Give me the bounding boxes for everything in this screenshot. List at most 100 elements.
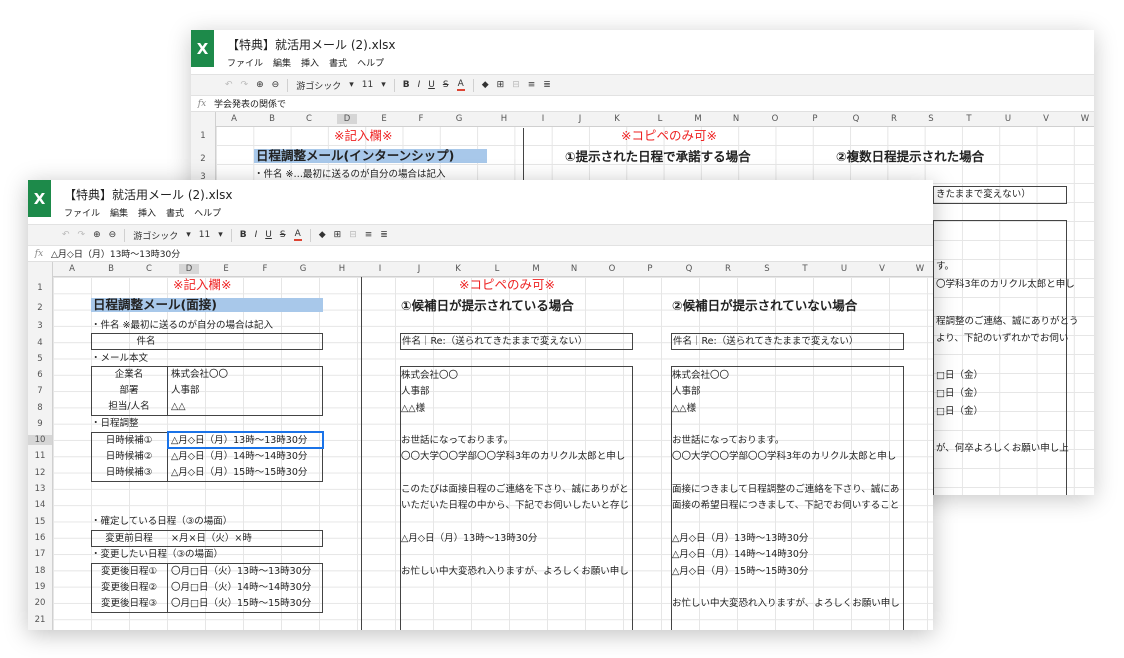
candidate-2-value[interactable]: △月◇日（月）14時〜14時30分 bbox=[171, 450, 307, 464]
menu-format[interactable]: 書式 bbox=[166, 206, 184, 219]
strikethrough-icon[interactable]: S bbox=[443, 80, 449, 90]
header-accept[interactable]: ①提示された日程で承諾する場合 bbox=[565, 150, 751, 164]
row-header[interactable]: 5 bbox=[28, 354, 52, 364]
column-header[interactable]: K bbox=[448, 264, 468, 274]
column-header[interactable]: Q bbox=[846, 114, 866, 124]
wrap-text-icon[interactable]: ≡ bbox=[528, 80, 536, 90]
column-header[interactable]: P bbox=[640, 264, 660, 274]
mail-line[interactable] bbox=[401, 466, 632, 482]
mail-line[interactable]: 人事部 bbox=[401, 384, 632, 400]
mail-line[interactable]: が、何卒よろしくお願い申し上 bbox=[936, 442, 1069, 456]
row-header[interactable]: 10 bbox=[28, 435, 52, 445]
column-header[interactable]: L bbox=[650, 114, 670, 124]
person-value[interactable]: △△ bbox=[171, 400, 186, 414]
align-icon[interactable]: ≣ bbox=[380, 230, 388, 240]
menu-help[interactable]: ヘルプ bbox=[357, 56, 384, 69]
row-header[interactable]: 15 bbox=[28, 517, 52, 527]
mail-line[interactable]: △月◇日（月）13時〜13時30分 bbox=[672, 531, 903, 547]
bold-icon[interactable]: B bbox=[240, 230, 247, 240]
subject-re-1[interactable]: 件名｜Re:（送られてきたままで変えない） bbox=[402, 335, 587, 349]
column-header[interactable]: J bbox=[409, 264, 429, 274]
mail-line[interactable]: 〇〇大学〇〇学部〇〇学科3年のカリクル太郎と申し bbox=[401, 449, 632, 465]
column-header[interactable]: R bbox=[884, 114, 904, 124]
mail-line[interactable]: このたびは面接日程のご連絡を下さり、誠にありがと bbox=[401, 482, 632, 498]
confirmed-label[interactable]: ・確定している日程（③の場面） bbox=[91, 515, 232, 529]
italic-icon[interactable]: I bbox=[255, 230, 258, 240]
column-header[interactable]: L bbox=[487, 264, 507, 274]
mail-line[interactable]: □日（金） bbox=[936, 387, 983, 401]
row-header[interactable]: 14 bbox=[28, 500, 52, 510]
row-header[interactable]: 9 bbox=[28, 419, 52, 429]
mail-line[interactable]: お世話になっております。 bbox=[401, 433, 632, 449]
column-header[interactable]: F bbox=[255, 264, 275, 274]
mail-line[interactable]: 面接の希望日程につきまして、下記でお伺いすること bbox=[672, 498, 903, 514]
row-header[interactable]: 12 bbox=[28, 468, 52, 478]
wrap-text-icon[interactable]: ≡ bbox=[365, 230, 373, 240]
company-value[interactable]: 株式会社〇〇 bbox=[171, 368, 228, 382]
row-header[interactable]: 16 bbox=[28, 533, 52, 543]
mail-line[interactable]: △月◇日（月）14時〜14時30分 bbox=[672, 547, 903, 563]
column-header[interactable]: O bbox=[602, 264, 622, 274]
subject-tail[interactable]: きたままで変えない） bbox=[936, 188, 1031, 202]
column-header[interactable]: M bbox=[526, 264, 546, 274]
zoom-out-icon[interactable]: ⊖ bbox=[272, 80, 280, 90]
menu-insert[interactable]: 挿入 bbox=[138, 206, 156, 219]
fill-color-icon[interactable]: ◆ bbox=[319, 230, 326, 240]
row-header[interactable]: 1 bbox=[191, 131, 215, 141]
after-3-label[interactable]: 変更後日程③ bbox=[94, 597, 164, 611]
mail-line[interactable]: □日（金） bbox=[936, 405, 983, 419]
mail-line[interactable] bbox=[672, 466, 903, 482]
row-header[interactable]: 21 bbox=[28, 615, 52, 625]
undo-icon[interactable]: ↶ bbox=[62, 230, 70, 240]
fill-color-icon[interactable]: ◆ bbox=[482, 80, 489, 90]
dept-label[interactable]: 部署 bbox=[94, 384, 164, 398]
column-header[interactable]: U bbox=[998, 114, 1018, 124]
mail-line[interactable]: △月◇日（月）13時〜13時30分 bbox=[401, 531, 632, 547]
text-color-icon[interactable]: A bbox=[293, 229, 302, 241]
column-header[interactable]: B bbox=[262, 114, 282, 124]
after-2-label[interactable]: 変更後日程② bbox=[94, 581, 164, 595]
column-header[interactable]: H bbox=[494, 114, 514, 124]
formula-input[interactable]: 学会発表の関係で bbox=[213, 97, 286, 110]
mail-line[interactable]: 株式会社〇〇 bbox=[672, 368, 903, 384]
column-header[interactable]: S bbox=[757, 264, 777, 274]
header-candidates[interactable]: ①候補日が提示されている場合 bbox=[401, 299, 574, 313]
mail-line[interactable]: 人事部 bbox=[672, 384, 903, 400]
header-no-candidates[interactable]: ②候補日が提示されていない場合 bbox=[672, 299, 857, 313]
mail-body-2[interactable]: 株式会社〇〇 人事部 △△様 お世話になっております。 〇〇大学〇〇学部〇〇学科3年のカ… bbox=[672, 368, 903, 612]
mail-line[interactable]: □日（金） bbox=[936, 369, 983, 383]
bold-icon[interactable]: B bbox=[403, 80, 410, 90]
mail-line[interactable] bbox=[672, 580, 903, 596]
italic-icon[interactable]: I bbox=[418, 80, 421, 90]
underline-icon[interactable]: U bbox=[428, 80, 435, 90]
company-label[interactable]: 企業名 bbox=[94, 368, 164, 382]
zoom-out-icon[interactable]: ⊖ bbox=[109, 230, 117, 240]
row-header[interactable]: 17 bbox=[28, 549, 52, 559]
mail-line[interactable]: お忙しい中大変恐れ入りますが、よろしくお願い申し bbox=[401, 564, 632, 580]
row-header[interactable]: 11 bbox=[28, 451, 52, 461]
column-header[interactable]: H bbox=[332, 264, 352, 274]
row-header[interactable]: 1 bbox=[28, 283, 52, 293]
after-3-value[interactable]: 〇月□日（火）15時〜15時30分 bbox=[171, 597, 311, 611]
menu-edit[interactable]: 編集 bbox=[273, 56, 291, 69]
row-header[interactable]: 18 bbox=[28, 566, 52, 576]
menu-insert[interactable]: 挿入 bbox=[301, 56, 319, 69]
column-header[interactable]: G bbox=[449, 114, 469, 124]
selected-cell[interactable] bbox=[167, 431, 324, 449]
column-header[interactable]: R bbox=[718, 264, 738, 274]
font-select[interactable]: 游ゴシック bbox=[296, 79, 341, 92]
subject-note[interactable]: ・件名 ※最初に送るのが自分の場合は記入 bbox=[91, 319, 273, 333]
column-header[interactable]: I bbox=[533, 114, 553, 124]
mail-line[interactable]: お世話になっております。 bbox=[672, 433, 903, 449]
column-header[interactable]: D bbox=[179, 264, 199, 274]
column-header[interactable]: G bbox=[293, 264, 313, 274]
body-label[interactable]: ・メール本文 bbox=[91, 352, 148, 366]
mail-line[interactable] bbox=[401, 417, 632, 433]
menu-file[interactable]: ファイル bbox=[227, 56, 263, 69]
column-header[interactable]: E bbox=[374, 114, 394, 124]
header-intern-mail[interactable]: 日程調整メール(インターンシップ) bbox=[254, 149, 487, 163]
merge-cells-icon[interactable]: ⊟ bbox=[512, 80, 520, 90]
dept-value[interactable]: 人事部 bbox=[171, 384, 200, 398]
column-header[interactable]: W bbox=[910, 264, 930, 274]
mail-line[interactable]: す。 bbox=[936, 260, 954, 274]
